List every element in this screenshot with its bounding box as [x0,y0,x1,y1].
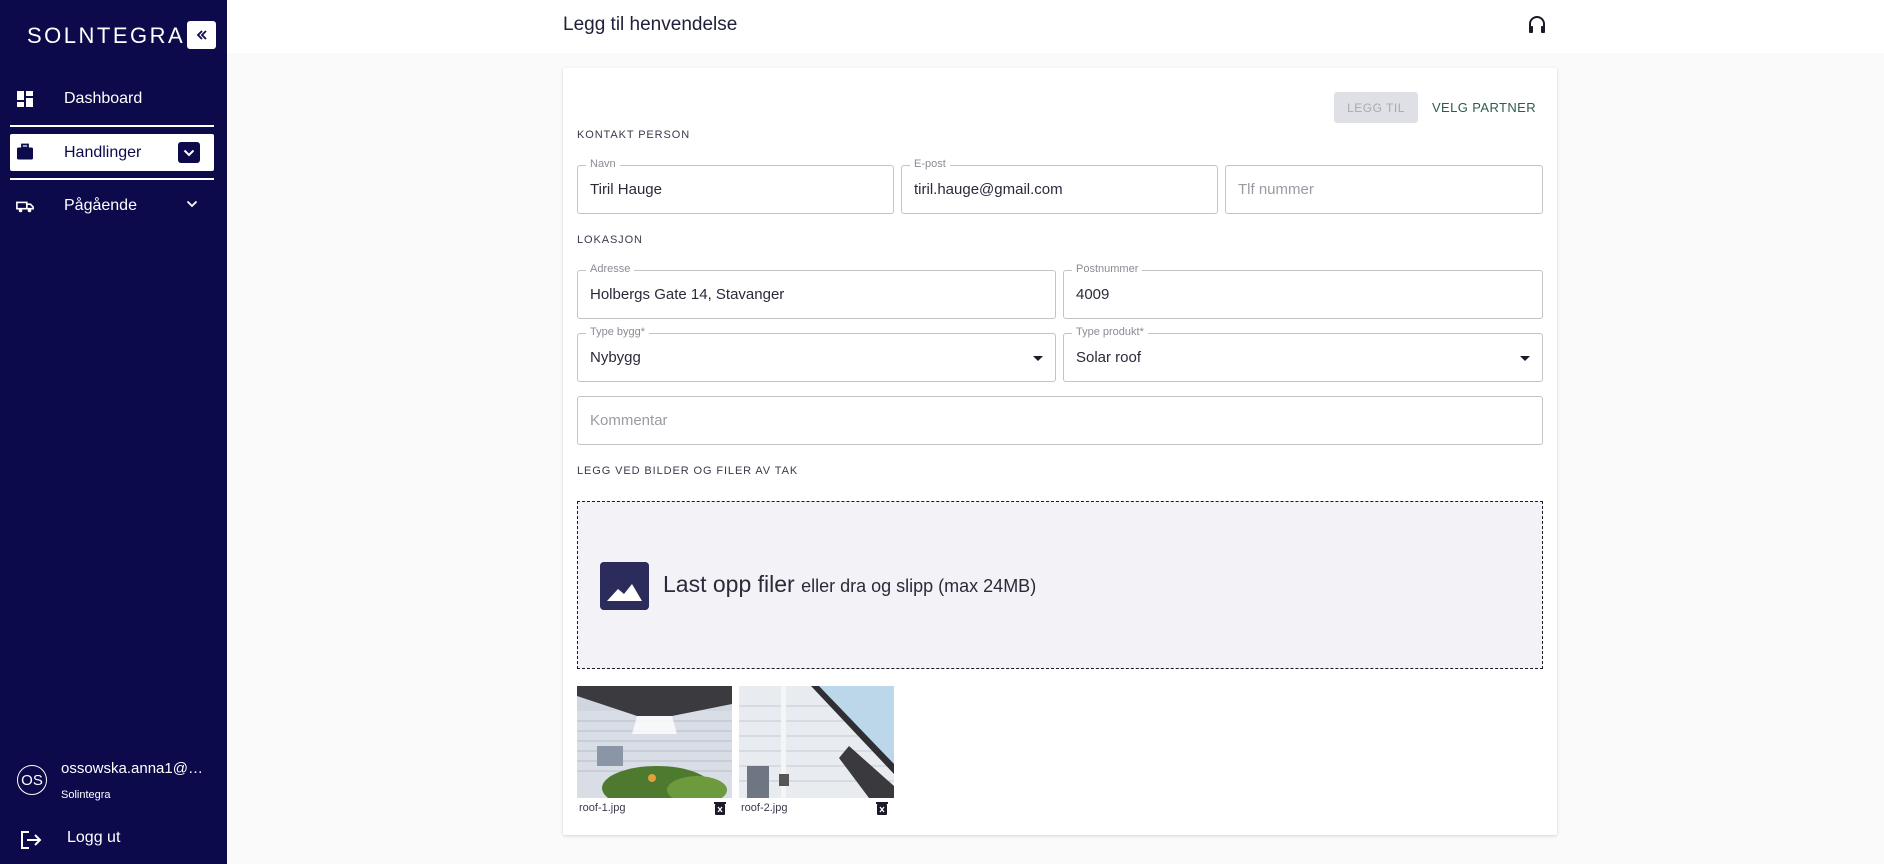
file-dropzone[interactable]: Last opp filer eller dra og slipp (max 2… [577,501,1543,669]
roof-photo-image [577,686,732,798]
nav-divider [10,125,214,127]
file-name: roof-1.jpg [579,802,626,814]
chevron-down-icon [183,149,195,156]
user-organization: Solintegra [61,789,111,801]
email-field-label: E-post [910,158,950,170]
dashboard-icon [17,91,33,107]
postal-code-field-label: Postnummer [1072,263,1143,275]
headset-icon[interactable] [1527,15,1547,35]
section-label-location: LOKASJON [577,234,643,246]
double-chevron-left-icon [196,30,207,40]
name-field[interactable]: Navn Tiril Hauge [577,158,894,214]
logo: SOLNTEGRA [27,23,186,48]
upload-main-text: Last opp filer [663,571,795,597]
dropdown-arrow-icon [1520,356,1530,361]
upload-prompt: Last opp filer eller dra og slipp (max 2… [663,571,1036,598]
upload-sub-text: eller dra og slipp (max 24MB) [801,576,1037,596]
nav-item-dashboard[interactable]: Dashboard [10,80,214,117]
address-field[interactable]: Adresse Holbergs Gate 14, Stavanger [577,263,1056,319]
comment-field[interactable]: Kommentar [577,396,1543,445]
expand-handlinger-button[interactable] [178,142,200,163]
page-title: Legg til henvendelse [563,14,738,35]
nav-divider [10,178,214,180]
comment-field-placeholder: Kommentar [590,412,668,429]
request-form-card: LEGG TIL VELG PARTNER KONTAKT PERSON Nav… [563,68,1557,835]
collapse-sidebar-button[interactable] [187,21,216,49]
avatar: OS [17,765,47,795]
logout-icon [21,831,42,849]
delete-file-icon[interactable] [876,801,888,815]
nav-item-handlinger[interactable]: Handlinger [10,134,214,171]
section-label-upload: LEGG VED BILDER OG FILER AV TAK [577,465,799,477]
name-field-label: Navn [586,158,620,170]
sidebar: SOLNTEGRA Dashboard Handlinger Pågående … [0,0,227,864]
email-field-value: tiril.hauge@gmail.com [914,181,1063,198]
user-email: ossowska.anna1@gmail.com [61,760,211,777]
select-partner-button[interactable]: VELG PARTNER [1431,92,1537,123]
file-thumbnail[interactable] [577,686,732,798]
logout-label: Logg ut [67,829,121,846]
phone-field-placeholder: Tlf nummer [1238,181,1314,198]
nav-label-pagaende: Pågående [64,196,137,214]
phone-field[interactable]: Tlf nummer [1225,165,1543,214]
nav-label-handlinger: Handlinger [64,143,142,161]
email-field[interactable]: E-post tiril.hauge@gmail.com [901,158,1218,214]
logout-button[interactable]: Logg ut [20,828,210,852]
add-button[interactable]: LEGG TIL [1334,92,1418,123]
section-label-contact: KONTAKT PERSON [577,129,691,141]
dropdown-arrow-icon [1033,356,1043,361]
delete-file-icon[interactable] [714,801,726,815]
name-field-value: Tiril Hauge [590,181,662,198]
briefcase-icon [17,143,33,160]
postal-code-field-value: 4009 [1076,286,1110,303]
building-type-label: Type bygg* [586,326,650,338]
topbar: Legg til henvendelse [227,0,1884,53]
address-field-value: Holbergs Gate 14, Stavanger [590,286,785,303]
address-field-label: Adresse [586,263,635,275]
nav-item-pagaende[interactable]: Pågående [10,187,214,224]
postal-code-field[interactable]: Postnummer 4009 [1063,263,1543,319]
file-name: roof-2.jpg [741,802,788,814]
chevron-down-icon [186,200,198,208]
file-thumbnail[interactable] [739,686,894,798]
product-type-select[interactable]: Type produkt* Solar roof [1063,326,1543,382]
building-type-value: Nybygg [590,349,641,366]
roof-photo-image [739,686,894,798]
nav-label-dashboard: Dashboard [64,89,143,107]
image-icon [600,562,649,610]
product-type-label: Type produkt* [1072,326,1148,338]
product-type-value: Solar roof [1076,349,1142,366]
building-type-select[interactable]: Type bygg* Nybygg [577,326,1056,382]
truck-icon [16,201,34,213]
